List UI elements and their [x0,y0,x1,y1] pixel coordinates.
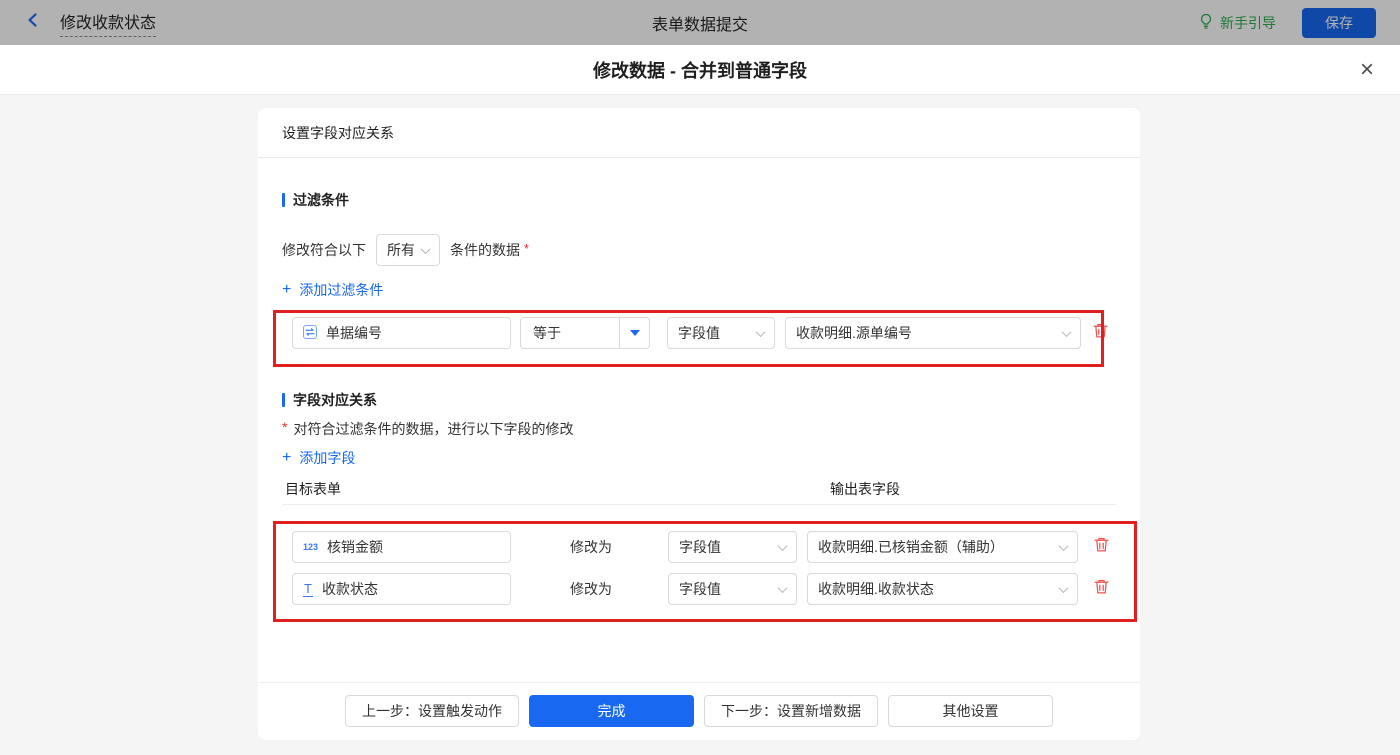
section-accent-bar [282,393,285,407]
chevron-down-icon [777,582,788,593]
delete-mapping-row-button[interactable] [1092,578,1110,600]
other-settings-button[interactable]: 其他设置 [888,695,1053,727]
filter-section-title: 过滤条件 [282,190,349,210]
match-suffix-label: 条件的数据 * [450,241,529,258]
modal-dim-overlay [0,0,1400,45]
chevron-down-icon [777,540,788,551]
mapping-value-select[interactable]: 收款明细.收款状态 [807,573,1078,605]
done-button[interactable]: 完成 [529,695,694,727]
trash-icon [1093,536,1110,558]
required-asterisk: * [282,419,288,435]
number-field-icon: 123 [303,542,319,552]
topbar: 修改收款状态 表单数据提交 新手引导 保存 [0,0,1400,45]
mapping-value-select[interactable]: 收款明细.已核销金额（辅助） [807,531,1078,563]
chevron-down-icon [1058,540,1069,551]
next-step-button[interactable]: 下一步：设置新增数据 [704,695,878,727]
dialog-header: 修改数据 - 合并到普通字段 × [0,45,1400,95]
text-field-icon: T [303,580,313,597]
dialog-title: 修改数据 - 合并到普通字段 [593,60,807,81]
prev-step-button[interactable]: 上一步：设置触发动作 [345,695,519,727]
mapping-field-input[interactable]: 123 核销金额 [292,531,511,563]
output-field-column-header: 输出表字段 [830,481,900,497]
mapping-value-type-select[interactable]: 字段值 [668,531,797,563]
trash-icon [1092,322,1109,344]
filter-match-row: 修改符合以下 所有 条件的数据 * [282,234,529,266]
mapping-section-title: 字段对应关系 [282,390,377,410]
delete-mapping-row-button[interactable] [1092,536,1110,558]
plus-icon: + [282,449,292,466]
mapping-field-input[interactable]: T 收款状态 [292,573,511,605]
chevron-down-icon [420,243,431,254]
dialog-body: 设置字段对应关系 过滤条件 修改符合以下 所有 条件的数据 * + 添加过滤条件 [0,95,1400,755]
delete-filter-row-button[interactable] [1091,322,1109,344]
chevron-down-icon [755,326,766,337]
mapping-description: * 对符合过滤条件的数据，进行以下字段的修改 [282,419,574,437]
screen: 修改收款状态 表单数据提交 新手引导 保存 修改数据 - 合并到普通字段 × 设… [0,0,1400,755]
match-prefix-label: 修改符合以下 [282,242,366,258]
mapping-value-type-select[interactable]: 字段值 [668,573,797,605]
modify-to-label: 修改为 [570,581,612,597]
caret-down-icon [629,330,640,336]
required-asterisk: * [523,241,529,256]
plus-icon: + [282,281,292,298]
modify-to-label: 修改为 [570,539,612,555]
section-accent-bar [282,193,285,207]
add-field-link[interactable]: + 添加字段 [282,448,355,468]
filter-value-type-select[interactable]: 字段值 [667,317,775,349]
serial-number-icon [303,324,317,342]
filter-operator-select[interactable]: 等于 [520,317,650,349]
target-form-column-header: 目标表单 [285,481,341,497]
settings-card: 设置字段对应关系 过滤条件 修改符合以下 所有 条件的数据 * + 添加过滤条件 [258,108,1140,740]
filter-value-select[interactable]: 收款明细.源单编号 [785,317,1081,349]
column-divider [282,504,1116,505]
filter-field-input[interactable]: 单据编号 [292,317,511,349]
footer-buttons: 上一步：设置触发动作 完成 下一步：设置新增数据 其他设置 [258,695,1140,727]
close-icon[interactable]: × [1360,57,1374,82]
trash-icon [1093,578,1110,600]
operator-caret-segment[interactable] [619,318,649,348]
match-mode-select[interactable]: 所有 [376,234,440,266]
chevron-down-icon [1061,326,1072,337]
footer-divider [258,682,1140,683]
chevron-down-icon [1058,582,1069,593]
card-header: 设置字段对应关系 [258,108,1140,158]
add-filter-condition-link[interactable]: + 添加过滤条件 [282,280,383,300]
